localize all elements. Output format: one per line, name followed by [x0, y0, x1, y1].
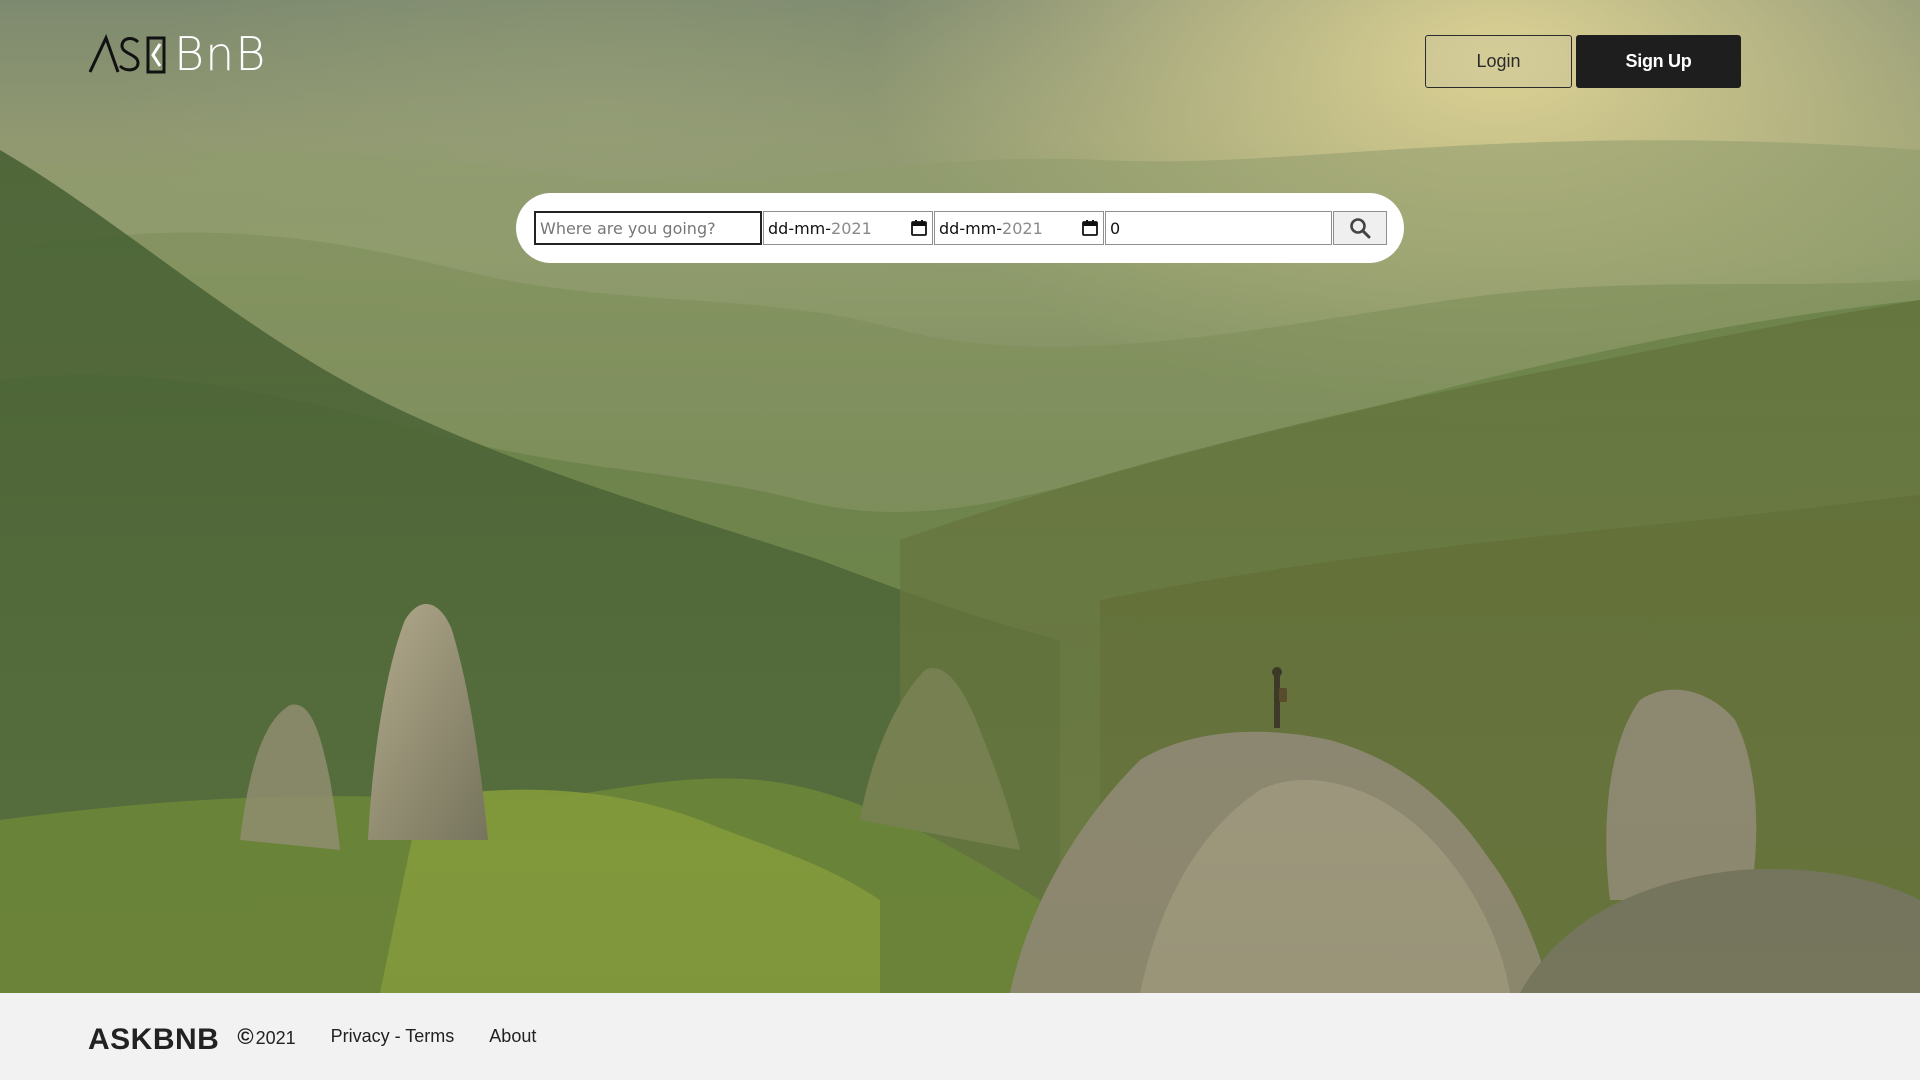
search-button[interactable] [1333, 211, 1387, 245]
search-icon [1350, 218, 1371, 239]
site-footer: ASKBNB © 2021 Privacy - Terms About [0, 993, 1920, 1080]
footer-copyright: © 2021 [237, 1024, 295, 1050]
site-logo[interactable]: BnB [88, 28, 266, 80]
privacy-terms-link[interactable]: Privacy - Terms [331, 1026, 455, 1047]
search-bar: dd-mm-2021 dd-mm-2021 0 [516, 193, 1404, 263]
checkin-date-value: dd-mm-2021 [768, 219, 872, 238]
destination-field[interactable] [534, 211, 762, 245]
checkout-date-value: dd-mm-2021 [939, 219, 1043, 238]
checkin-date-format: dd-mm- [768, 218, 832, 238]
hero-background-photo [0, 0, 1920, 993]
logo-text: BnB [174, 27, 267, 81]
copyright-symbol: © [237, 1023, 254, 1049]
destination-input[interactable] [540, 213, 756, 243]
checkin-year: 2021 [831, 218, 872, 238]
copyright-year: 2021 [255, 1027, 296, 1048]
signup-button[interactable]: Sign Up [1576, 35, 1741, 88]
calendar-icon[interactable] [1081, 219, 1099, 237]
login-button[interactable]: Login [1425, 35, 1572, 88]
checkout-date-format: dd-mm- [939, 218, 1003, 238]
guests-field[interactable]: 0 [1105, 211, 1332, 245]
checkin-date-field[interactable]: dd-mm-2021 [763, 211, 933, 245]
guests-value: 0 [1110, 218, 1121, 238]
footer-brand: ASKBNB [88, 1022, 220, 1056]
calendar-icon[interactable] [910, 219, 928, 237]
ask-logo-mark-icon [88, 34, 166, 74]
about-link[interactable]: About [489, 1026, 536, 1047]
checkout-date-field[interactable]: dd-mm-2021 [934, 211, 1104, 245]
checkout-year: 2021 [1002, 218, 1043, 238]
auth-buttons: Login Sign Up [1425, 35, 1741, 88]
mountain-landscape-image [0, 0, 1920, 993]
